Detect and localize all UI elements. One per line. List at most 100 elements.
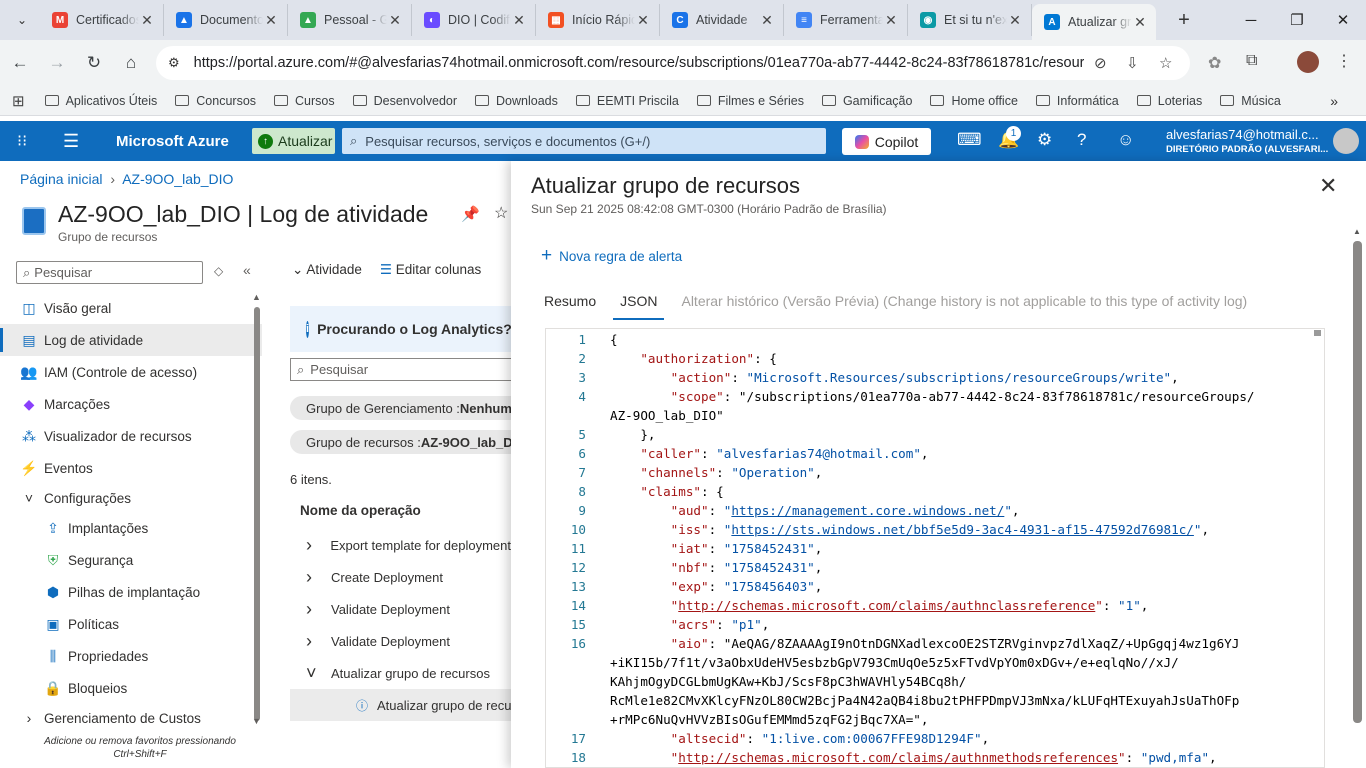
browser-tab[interactable]: ▦ Início Rápido✕ bbox=[536, 4, 660, 36]
hamburger-icon[interactable]: ☰ bbox=[63, 131, 79, 152]
menu-item[interactable]: ⛨ Segurança bbox=[0, 544, 262, 576]
close-tab-icon[interactable]: ✕ bbox=[635, 12, 651, 29]
browser-tab[interactable]: M Certificados ✕ bbox=[40, 4, 164, 36]
row-expand-icon[interactable]: ˅ bbox=[306, 663, 322, 684]
row-expand-icon[interactable]: ⓘ bbox=[356, 697, 368, 714]
menu-item[interactable]: ⇪ Implantações bbox=[0, 512, 262, 544]
operation-row[interactable]: › Export template for deployment bbox=[290, 529, 511, 561]
bookmark-folder[interactable]: Desenvolvedor bbox=[352, 94, 457, 108]
browser-tab[interactable]: C Atividade ✕ bbox=[660, 4, 784, 36]
maximize-button[interactable]: ❐ bbox=[1274, 0, 1320, 40]
close-tab-icon[interactable]: ✕ bbox=[883, 12, 899, 29]
menu-item[interactable]: ⬢ Pilhas de implantação bbox=[0, 576, 262, 608]
more-bookmarks-icon[interactable]: » bbox=[1330, 93, 1338, 109]
close-tab-icon[interactable]: ✕ bbox=[759, 12, 775, 29]
menu-scroll-down-icon[interactable]: ▼ bbox=[252, 716, 261, 726]
row-expand-icon[interactable]: › bbox=[306, 631, 322, 652]
menu-scroll-up-icon[interactable]: ▲ bbox=[252, 292, 261, 302]
bookmark-folder[interactable]: Loterias bbox=[1136, 94, 1202, 108]
bookmark-folder[interactable]: Downloads bbox=[475, 94, 558, 108]
expand-menu-icon[interactable]: ◇ bbox=[214, 264, 223, 278]
activity-search-input[interactable]: ⌕ Pesquisar bbox=[290, 358, 511, 381]
menu-item[interactable]: ◆ Marcações bbox=[0, 388, 262, 420]
menu-scrollbar[interactable] bbox=[254, 307, 260, 721]
operation-name-header[interactable]: Nome da operação bbox=[300, 503, 421, 518]
operation-row[interactable]: › Validate Deployment bbox=[290, 625, 511, 657]
collapse-menu-icon[interactable]: « bbox=[243, 262, 251, 278]
settings-gear-icon[interactable]: ⚙ bbox=[1037, 130, 1052, 150]
help-icon[interactable]: ? bbox=[1077, 130, 1086, 150]
operation-row[interactable]: › Validate Deployment bbox=[290, 593, 511, 625]
copilot-button[interactable]: Copilot bbox=[842, 128, 931, 155]
menu-item[interactable]: ⚡ Eventos bbox=[0, 452, 262, 484]
bookmark-folder[interactable]: Aplicativos Úteis bbox=[44, 94, 157, 108]
tab-summary[interactable]: Resumo bbox=[544, 289, 596, 320]
bookmark-folder[interactable]: EEMTI Priscila bbox=[575, 94, 679, 108]
menu-item[interactable]: ⫼ Propriedades bbox=[0, 640, 262, 672]
account-menu[interactable]: alvesfarias74@hotmail.c... DIRETÓRIO PAD… bbox=[1166, 127, 1328, 155]
home-button[interactable]: ⌂ bbox=[114, 46, 148, 80]
update-portal-button[interactable]: ↑ Atualizar bbox=[252, 128, 335, 154]
filter-pill-resource-group[interactable]: Grupo de recursos : AZ-9OO_lab_DIO bbox=[290, 430, 511, 454]
edit-columns-button[interactable]: ☰ Editar colunas bbox=[380, 262, 481, 278]
close-tab-icon[interactable]: ✕ bbox=[511, 12, 527, 29]
bookmark-folder[interactable]: Filmes e Séries bbox=[696, 94, 804, 108]
menu-item[interactable]: 👥 IAM (Controle de acesso) bbox=[0, 356, 262, 388]
bookmark-folder[interactable]: Cursos bbox=[274, 94, 335, 108]
filter-pill-management-group[interactable]: Grupo de Gerenciamento : Nenhum bbox=[290, 396, 511, 420]
feedback-icon[interactable]: ☺ bbox=[1117, 130, 1134, 150]
row-expand-icon[interactable]: › bbox=[306, 567, 322, 588]
azure-brand[interactable]: Microsoft Azure bbox=[116, 133, 229, 150]
json-viewer[interactable]: 1 {2 "authorization": {3 "action": "Micro… bbox=[545, 328, 1325, 768]
site-info-icon[interactable]: ⚙ bbox=[168, 55, 180, 71]
bookmark-folder[interactable]: Home office bbox=[930, 94, 1018, 108]
bookmark-folder[interactable]: Informática bbox=[1035, 94, 1119, 108]
breadcrumb-resource-group[interactable]: AZ-9OO_lab_DIO bbox=[122, 171, 233, 187]
profile-avatar[interactable] bbox=[1297, 51, 1319, 73]
panel-scrollbar[interactable] bbox=[1353, 241, 1362, 723]
extension-icon[interactable]: ✿ bbox=[1208, 53, 1221, 73]
menu-item[interactable]: ▤ Log de atividade bbox=[0, 324, 262, 356]
browser-tab[interactable]: ◐ DIO | Codifique✕ bbox=[412, 4, 536, 36]
menu-item[interactable]: › Gerenciamento de Custos bbox=[0, 702, 262, 734]
reload-button[interactable]: ↻ bbox=[77, 46, 111, 80]
row-expand-icon[interactable]: › bbox=[306, 535, 321, 556]
code-scrollbar-thumb[interactable] bbox=[1314, 330, 1321, 336]
menu-item[interactable]: ◫ Visão geral bbox=[0, 292, 262, 324]
operation-row[interactable]: ˅ Atualizar grupo de recursos bbox=[290, 657, 511, 689]
browser-menu-icon[interactable]: ⋮ bbox=[1336, 51, 1352, 71]
minimize-button[interactable]: ─ bbox=[1228, 0, 1274, 40]
browser-tab[interactable]: ◉ Et si tu n'existais✕ bbox=[908, 4, 1032, 36]
close-window-button[interactable]: ✕ bbox=[1320, 0, 1366, 40]
apps-grid-icon[interactable]: ⊞ bbox=[12, 92, 25, 110]
menu-item[interactable]: 🔒 Bloqueios bbox=[0, 672, 262, 704]
close-tab-icon[interactable]: ✕ bbox=[387, 12, 403, 29]
bookmark-star-icon[interactable]: ☆ bbox=[1159, 54, 1172, 72]
menu-item[interactable]: ⁂ Visualizador de recursos bbox=[0, 420, 262, 452]
account-avatar[interactable] bbox=[1333, 128, 1359, 154]
cloud-shell-icon[interactable]: ⌨ bbox=[957, 130, 982, 150]
menu-search-input[interactable]: ⌕ Pesquisar bbox=[16, 261, 203, 284]
install-app-icon[interactable]: ⇩ bbox=[1126, 54, 1139, 72]
menu-item[interactable]: ˅ Configurações bbox=[0, 484, 262, 512]
url-field[interactable]: ⚙ https://portal.azure.com/#@alvesfarias… bbox=[156, 46, 1190, 80]
row-expand-icon[interactable]: › bbox=[306, 599, 322, 620]
close-tab-icon[interactable]: ✕ bbox=[139, 12, 155, 29]
browser-tab[interactable]: ▲ Pessoal - Google✕ bbox=[288, 4, 412, 36]
breadcrumb-home[interactable]: Página inicial bbox=[20, 171, 103, 187]
back-button[interactable]: ← bbox=[3, 46, 37, 80]
close-tab-icon[interactable]: ✕ bbox=[1007, 12, 1023, 29]
translate-off-icon[interactable]: ⊘ bbox=[1094, 54, 1107, 72]
tab-search-button[interactable]: ⌄ bbox=[8, 6, 36, 34]
operation-row[interactable]: ⓘ Atualizar grupo de recursos bbox=[290, 689, 511, 721]
bookmark-folder[interactable]: Concursos bbox=[175, 94, 256, 108]
operation-row[interactable]: › Create Deployment bbox=[290, 561, 511, 593]
bookmark-folder[interactable]: Gamificação bbox=[821, 94, 912, 108]
forward-button[interactable]: → bbox=[40, 46, 74, 80]
close-panel-button[interactable]: ✕ bbox=[1319, 173, 1337, 199]
favorite-star-icon[interactable]: ☆ bbox=[494, 203, 508, 223]
new-alert-rule-button[interactable]: + Nova regra de alerta bbox=[541, 245, 682, 267]
menu-item[interactable]: ▣ Políticas bbox=[0, 608, 262, 640]
portal-menu-icon[interactable]: ⁝⁝ bbox=[17, 131, 27, 151]
bookmark-folder[interactable]: Música bbox=[1220, 94, 1281, 108]
